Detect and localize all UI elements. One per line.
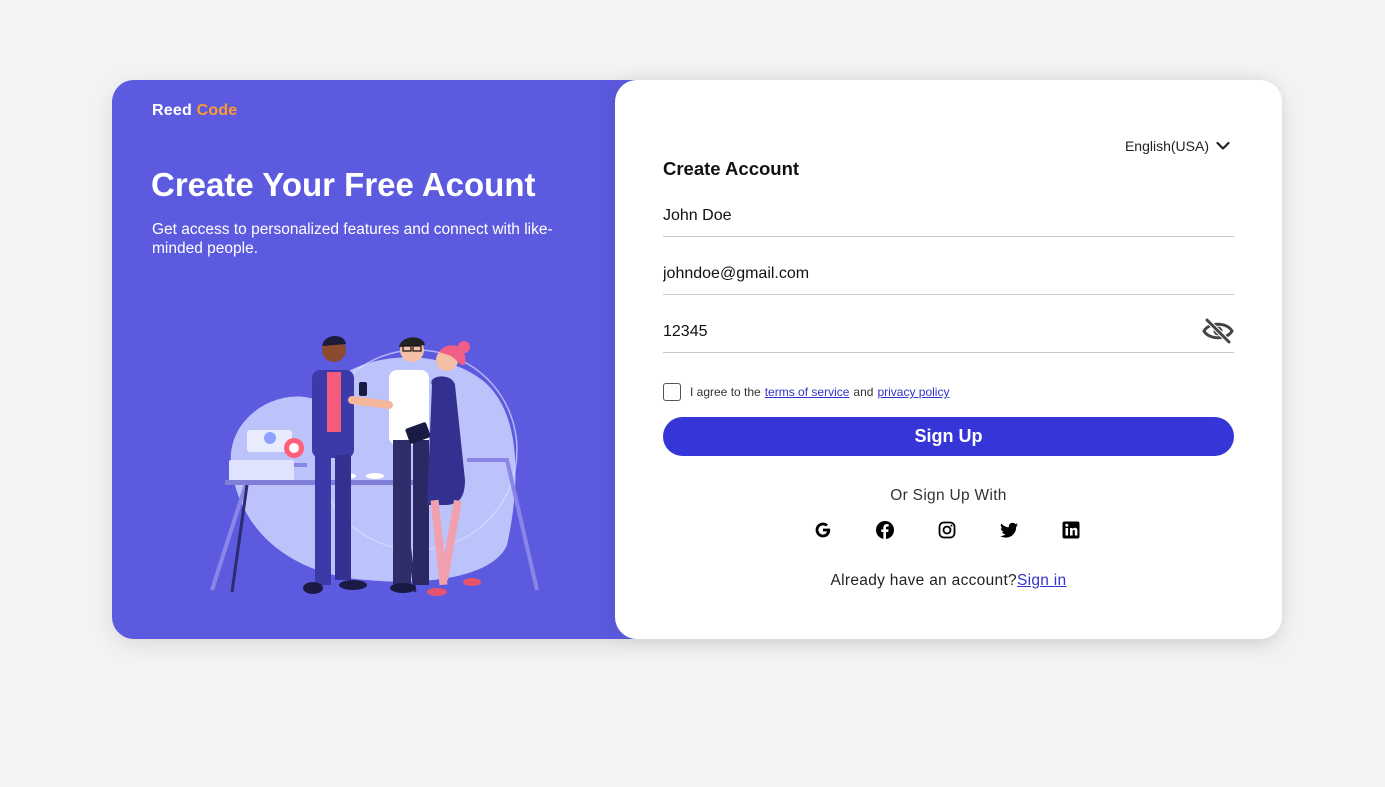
chevron-down-icon bbox=[1216, 141, 1230, 150]
linkedin-icon[interactable] bbox=[1061, 520, 1081, 540]
twitter-icon[interactable] bbox=[999, 520, 1019, 540]
form-title: Create Account bbox=[663, 158, 800, 179]
brand-logo[interactable]: Reed Code bbox=[152, 102, 237, 120]
already-have-account-text: Already have an account? bbox=[830, 572, 1017, 589]
signup-card: Reed Code Create Your Free Acount Get ac… bbox=[112, 80, 1282, 639]
terms-link[interactable]: terms of service bbox=[765, 385, 850, 399]
signup-form-panel: English(USA) Create Account I agree to t… bbox=[615, 80, 1282, 639]
brand-first: Reed bbox=[152, 102, 192, 119]
name-input[interactable] bbox=[663, 195, 1234, 236]
google-icon[interactable] bbox=[813, 520, 833, 540]
promo-panel: Reed Code Create Your Free Acount Get ac… bbox=[112, 80, 652, 639]
facebook-icon[interactable] bbox=[875, 520, 895, 540]
signup-button[interactable]: Sign Up bbox=[663, 417, 1234, 456]
password-input[interactable] bbox=[663, 311, 1234, 352]
email-input[interactable] bbox=[663, 253, 1234, 294]
signin-prompt: Already have an account?Sign in bbox=[615, 572, 1282, 590]
hero-title: Create Your Free Acount bbox=[151, 166, 536, 203]
eye-off-icon[interactable] bbox=[1202, 317, 1234, 345]
signin-link[interactable]: Sign in bbox=[1017, 572, 1067, 589]
privacy-link[interactable]: privacy policy bbox=[877, 385, 949, 399]
terms-checkbox[interactable] bbox=[663, 383, 681, 401]
brand-second: Code bbox=[196, 102, 238, 119]
language-label: English(USA) bbox=[1124, 138, 1209, 154]
name-field bbox=[663, 195, 1234, 237]
team-handshake-illustration bbox=[210, 335, 539, 596]
instagram-icon[interactable] bbox=[937, 520, 957, 540]
terms-agreement: I agree to the terms of service and priv… bbox=[663, 383, 949, 401]
social-login-row bbox=[813, 520, 1084, 542]
password-field bbox=[663, 311, 1234, 353]
email-field bbox=[663, 253, 1234, 295]
language-selector[interactable]: English(USA) bbox=[1125, 138, 1230, 154]
hero-subtitle: Get access to personalized features and … bbox=[152, 221, 553, 257]
agree-prefix: I agree to the bbox=[690, 385, 761, 399]
and-text: and bbox=[853, 385, 874, 399]
or-signup-with-text: Or Sign Up With bbox=[890, 487, 1007, 504]
